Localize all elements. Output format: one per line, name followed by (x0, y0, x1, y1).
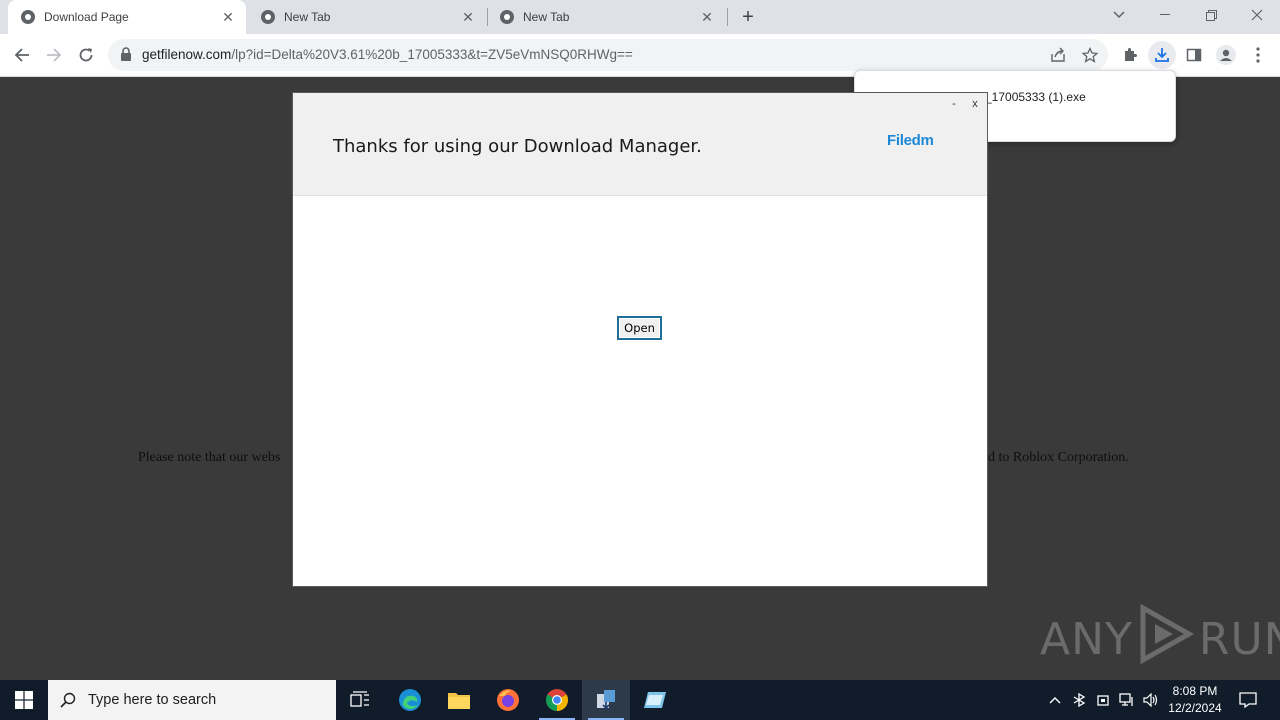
close-window-button[interactable] (1234, 0, 1280, 30)
network-icon[interactable] (1116, 680, 1138, 720)
chrome-icon (499, 9, 515, 25)
reload-icon[interactable] (72, 41, 100, 69)
tab-download-page[interactable]: Download Page ✕ (8, 0, 246, 34)
download-manager-taskbar-icon[interactable] (582, 680, 630, 720)
clock-date: 12/2/2024 (1168, 701, 1222, 715)
watermark-left-text: ANY (1040, 613, 1133, 665)
chrome-icon (260, 9, 276, 25)
search-placeholder: Type here to search (88, 692, 217, 708)
bookmark-star-icon[interactable] (1076, 41, 1104, 69)
bluetooth-icon[interactable] (1068, 680, 1090, 720)
download-manager-popup: Thanks for using our Download Manager. F… (292, 92, 988, 587)
windows-start-icon[interactable] (0, 680, 48, 720)
back-arrow-icon[interactable] (8, 41, 36, 69)
tab-search-chevron-icon[interactable] (1096, 0, 1142, 30)
tab-close-icon[interactable]: ✕ (699, 9, 715, 25)
restore-window-button[interactable] (1188, 0, 1234, 30)
popup-title: Thanks for using our Download Manager. (333, 136, 702, 157)
url-path: /lp?id=Delta%20V3.61%20b_17005333&t=ZV5e… (231, 47, 633, 62)
share-icon[interactable] (1044, 41, 1072, 69)
play-logo-icon (1137, 603, 1195, 675)
open-button[interactable]: Open (617, 316, 662, 340)
taskbar-search-box[interactable]: Type here to search (48, 680, 336, 720)
globe-icon (20, 9, 36, 25)
edge-browser-icon[interactable] (386, 680, 434, 720)
search-icon (48, 692, 88, 708)
task-view-icon[interactable] (336, 680, 384, 720)
tab-title: Download Page (44, 10, 129, 24)
tab-title: New Tab (523, 10, 570, 24)
anyrun-watermark: ANY RUN (1040, 603, 1280, 671)
download-icon[interactable] (1148, 41, 1176, 69)
file-explorer-icon[interactable] (435, 680, 483, 720)
show-hidden-icons-chevron-icon[interactable] (1044, 680, 1066, 720)
lock-icon[interactable] (120, 47, 134, 63)
popup-close-button[interactable]: x (968, 98, 982, 110)
tab-close-icon[interactable]: ✕ (460, 9, 476, 25)
extensions-puzzle-icon[interactable] (1116, 41, 1144, 69)
address-bar[interactable]: getfilenow.com/lp?id=Delta%20V3.61%20b_1… (108, 39, 1108, 71)
tab-new-tab-1[interactable]: New Tab ✕ (248, 0, 486, 34)
url-host: getfilenow.com (142, 47, 232, 62)
new-tab-button[interactable]: + (737, 6, 759, 28)
tab-new-tab-2[interactable]: New Tab ✕ (487, 0, 725, 34)
firefox-icon[interactable] (484, 680, 532, 720)
forward-arrow-icon[interactable] (40, 41, 68, 69)
taskbar-clock[interactable]: 8:08 PM 12/2/2024 (1160, 680, 1230, 720)
popup-header: Thanks for using our Download Manager. F… (293, 93, 987, 196)
url-text[interactable]: getfilenow.com/lp?id=Delta%20V3.61%20b_1… (142, 47, 633, 62)
watermark-right-text: RUN (1198, 613, 1280, 665)
tab-title: New Tab (284, 10, 331, 24)
clock-time: 8:08 PM (1172, 684, 1218, 698)
popup-minimize-button[interactable]: - (947, 98, 961, 110)
minimize-window-button[interactable] (1142, 0, 1188, 30)
chrome-taskbar-icon[interactable] (533, 680, 581, 720)
side-panel-icon[interactable] (1180, 41, 1208, 69)
disclaimer-text-right: d to Roblox Corporation. (988, 450, 1129, 465)
volume-icon[interactable] (1140, 680, 1162, 720)
tab-separator (727, 8, 728, 26)
filedm-logo: Filedm (887, 132, 934, 149)
tab-strip: Download Page ✕ New Tab ✕ New Tab ✕ + (0, 0, 1280, 34)
app-window-icon[interactable] (631, 680, 679, 720)
profile-avatar-icon[interactable] (1212, 41, 1240, 69)
notification-center-icon[interactable] (1234, 680, 1262, 720)
tab-close-icon[interactable]: ✕ (220, 9, 236, 25)
disclaimer-text-left: Please note that our webs (138, 450, 281, 465)
windows-taskbar: Type here to search 8:08 PM 12/2/2024 (0, 680, 1280, 720)
download-filename[interactable]: _17005333 (1).exe (985, 90, 1086, 104)
chrome-menu-icon[interactable] (1244, 41, 1272, 69)
device-icon[interactable] (1092, 680, 1114, 720)
